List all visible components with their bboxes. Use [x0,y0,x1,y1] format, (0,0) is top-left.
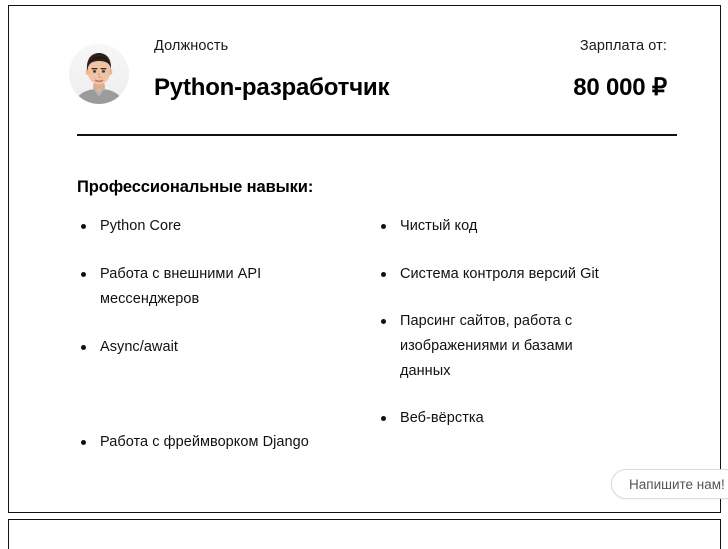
list-item-label: Работа с внешними API мессенджеров [100,266,262,307]
page-title: Python-разработчик [154,74,390,101]
skills-columns: Python Core Работа с внешними API мессен… [77,214,677,455]
list-item: Парсинг сайтов, работа с изображениями и… [377,309,615,384]
chat-widget-button[interactable]: Напишите нам! [611,469,728,499]
bullet-icon [381,416,386,421]
list-item-label: Работа с фреймворком Django [100,434,309,450]
list-item: Async/await [77,335,315,360]
bullet-icon [81,345,86,350]
list-item-label: Система контроля версий Git [400,266,599,282]
list-item: Веб-вёрстка [377,406,615,431]
next-section-card [8,519,721,549]
list-item: Работа с фреймворком Django [77,430,315,455]
header-main: Должность Python-разработчик [129,36,573,102]
skills-list-right: Чистый код Система контроля версий Git П… [377,214,659,431]
header-divider [77,134,677,136]
list-item: Работа с внешними API мессенджеров [77,262,315,312]
salary-label: Зарплата от: [579,38,667,54]
bullet-icon [81,440,86,445]
bullet-icon [381,272,386,277]
list-item: Python Core [77,214,315,239]
skills-column-right: Чистый код Система контроля версий Git П… [377,214,677,455]
skills-list-left: Python Core Работа с внешними API мессен… [77,214,359,455]
avatar-photo-icon [69,44,129,104]
list-item-label: Веб-вёрстка [400,410,484,426]
salary-value: 80 000 ₽ [573,74,667,101]
salary-block: Зарплата от: 80 000 ₽ [573,36,667,102]
chat-widget-label: Напишите нам! [629,476,725,492]
list-item-label: Async/await [100,339,178,355]
card-header: Должность Python-разработчик Зарплата от… [69,36,667,104]
list-item-label: Чистый код [400,218,478,234]
list-item: Чистый код [377,214,615,239]
bullet-icon [81,272,86,277]
bullet-icon [81,224,86,229]
list-item-label: Python Core [100,218,182,234]
skills-column-left: Python Core Работа с внешними API мессен… [77,214,377,455]
vacancy-card: Должность Python-разработчик Зарплата от… [8,5,721,513]
skills-heading: Профессиональные навыки: [77,178,314,196]
list-item-label: Парсинг сайтов, работа с изображениями и… [400,313,573,379]
list-item: Система контроля версий Git [377,262,615,287]
bullet-icon [381,319,386,324]
bullet-icon [381,224,386,229]
avatar [69,44,129,104]
position-label: Должность [154,38,229,54]
